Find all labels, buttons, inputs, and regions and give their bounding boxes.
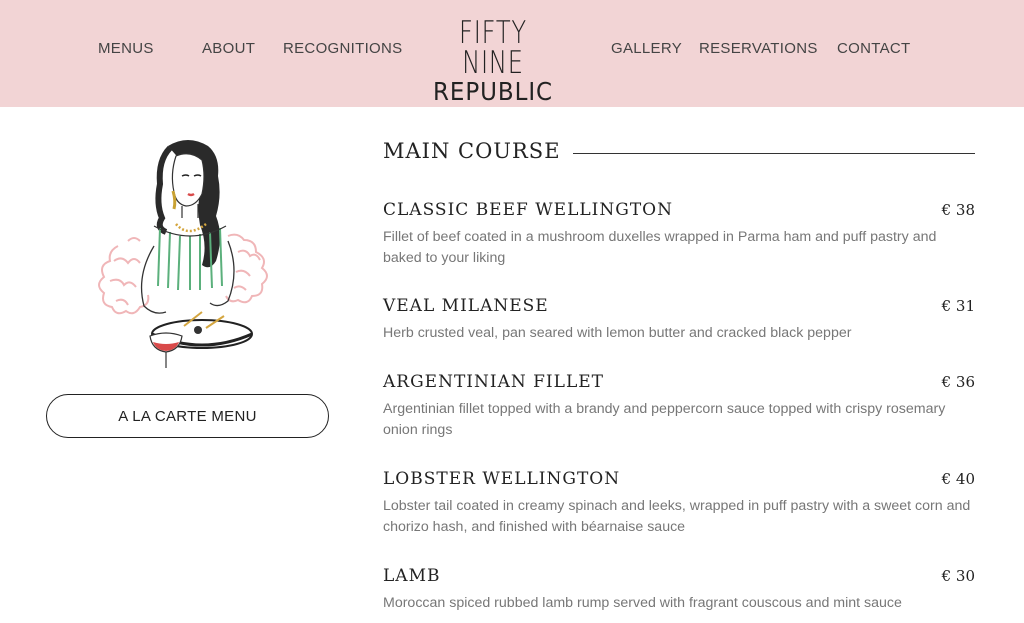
dining-woman-illustration	[98, 140, 268, 368]
menu-item-price: € 36	[941, 373, 975, 391]
menu-item-price: € 30	[941, 567, 975, 585]
menu-item-name: LOBSTER WELLINGTON	[383, 469, 621, 489]
menu-item-name: VEAL MILANESE	[383, 296, 549, 316]
section-divider	[573, 153, 975, 154]
menu-item-name: LAMB	[383, 566, 441, 586]
brand-logo[interactable]: FIFTY NINE REPUBLIC	[423, 15, 563, 106]
menu-item-name: ARGENTINIAN FILLET	[383, 372, 604, 392]
menu-item-description: Fillet of beef coated in a mushroom duxe…	[383, 229, 937, 266]
nav-menus[interactable]: MENUS	[98, 40, 154, 57]
logo-text-top: FIFTY NINE	[459, 15, 527, 81]
menu-item-price: € 31	[941, 297, 975, 315]
section-title: MAIN COURSE	[383, 139, 561, 163]
menu-item-price: € 40	[941, 470, 975, 488]
menu-item-argentinian-fillet: ARGENTINIAN FILLET € 36 Argentinian fill…	[383, 371, 975, 441]
menu-item-beef-wellington: CLASSIC BEEF WELLINGTON € 38 Fillet of b…	[383, 199, 975, 269]
logo-text-bottom: REPUBLIC	[432, 77, 554, 106]
menu-item-description: Herb crusted veal, pan seared with lemon…	[383, 325, 852, 341]
menu-item-description: Moroccan spiced rubbed lamb rump served …	[383, 595, 902, 611]
nav-gallery[interactable]: GALLERY	[611, 40, 682, 57]
menu-item-description: Lobster tail coated in creamy spinach an…	[383, 498, 971, 535]
site-header: MENUS ABOUT RECOGNITIONS FIFTY NINE REPU…	[0, 0, 1024, 107]
nav-contact[interactable]: CONTACT	[837, 40, 910, 57]
menu-item-lobster-wellington: LOBSTER WELLINGTON € 40 Lobster tail coa…	[383, 468, 975, 538]
menu-item-name: CLASSIC BEEF WELLINGTON	[383, 200, 673, 220]
a-la-carte-menu-button[interactable]: A LA CARTE MENU	[46, 394, 329, 438]
menu-item-veal-milanese: VEAL MILANESE € 31 Herb crusted veal, pa…	[383, 295, 975, 344]
menu-item-price: € 38	[941, 201, 975, 219]
nav-about[interactable]: ABOUT	[202, 40, 255, 57]
nav-recognitions[interactable]: RECOGNITIONS	[283, 40, 402, 57]
nav-reservations[interactable]: RESERVATIONS	[699, 40, 818, 57]
menu-item-description: Argentinian fillet topped with a brandy …	[383, 401, 946, 438]
menu-item-lamb: LAMB € 30 Moroccan spiced rubbed lamb ru…	[383, 565, 975, 614]
